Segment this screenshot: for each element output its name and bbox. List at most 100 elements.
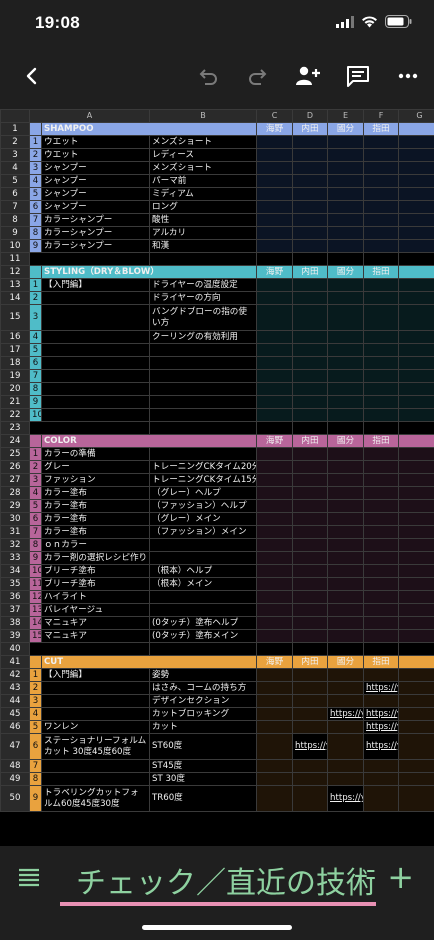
- row-number[interactable]: 16: [0, 330, 30, 344]
- check-cell-g[interactable]: [363, 629, 400, 643]
- item-number[interactable]: 5: [29, 720, 42, 734]
- item-category[interactable]: [40, 369, 151, 383]
- row-number[interactable]: 34: [0, 564, 30, 578]
- item-detail[interactable]: [149, 408, 258, 422]
- blank-cell[interactable]: [398, 213, 434, 227]
- check-cell-f[interactable]: [327, 577, 365, 591]
- redo-button[interactable]: [238, 56, 278, 96]
- check-cell-d[interactable]: [256, 148, 294, 162]
- item-category[interactable]: カラー塗布: [40, 499, 151, 513]
- check-cell-f[interactable]: [327, 525, 365, 539]
- spreadsheet-grid[interactable]: ABCDEFGH1SHAMPOO海野内田國分指田21ウエットメンズショート32ウ…: [0, 109, 434, 846]
- check-cell-e[interactable]: [292, 239, 329, 253]
- row-number[interactable]: 48: [0, 759, 30, 773]
- row-number[interactable]: 4: [0, 161, 30, 175]
- check-cell-f[interactable]: [327, 720, 365, 734]
- blank-cell[interactable]: [398, 304, 434, 331]
- item-number[interactable]: 10: [29, 408, 42, 422]
- row-number[interactable]: 20: [0, 382, 30, 396]
- row-number[interactable]: 32: [0, 538, 30, 552]
- item-category[interactable]: [40, 291, 151, 305]
- blank-cell[interactable]: [398, 174, 434, 188]
- empty-cell[interactable]: [28, 642, 151, 656]
- blank-cell[interactable]: [398, 681, 434, 695]
- item-number[interactable]: 4: [29, 174, 42, 188]
- blank-cell[interactable]: [398, 512, 434, 526]
- empty-cell[interactable]: [149, 421, 258, 435]
- corner-cell[interactable]: [0, 109, 30, 123]
- row-number[interactable]: 36: [0, 590, 30, 604]
- check-cell-f[interactable]: [327, 538, 365, 552]
- video-link[interactable]: https://yo: [363, 720, 400, 734]
- item-category[interactable]: ハイライト: [40, 590, 151, 604]
- item-detail[interactable]: ST 30度: [149, 772, 258, 786]
- item-detail[interactable]: デザインセクション: [149, 694, 258, 708]
- item-number[interactable]: 9: [29, 785, 42, 812]
- item-number[interactable]: 2: [29, 681, 42, 695]
- item-detail[interactable]: メンズショート: [149, 161, 258, 175]
- check-cell-f[interactable]: [327, 369, 365, 383]
- item-detail[interactable]: [149, 603, 258, 617]
- check-cell-e[interactable]: [292, 473, 329, 487]
- check-cell-e[interactable]: [292, 447, 329, 461]
- staff-column-header[interactable]: 指田: [363, 265, 400, 279]
- check-cell-f[interactable]: [327, 616, 365, 630]
- check-cell-d[interactable]: [256, 408, 294, 422]
- item-category[interactable]: [40, 707, 151, 721]
- item-category[interactable]: マニュキア: [40, 616, 151, 630]
- check-cell-g[interactable]: [363, 525, 400, 539]
- check-cell-e[interactable]: [292, 681, 329, 695]
- check-cell-f[interactable]: [327, 213, 365, 227]
- section-title[interactable]: STYLING（DRY＆BLOW）: [40, 265, 258, 279]
- item-category[interactable]: バレイヤージュ: [40, 603, 151, 617]
- item-detail[interactable]: 酸性: [149, 213, 258, 227]
- blank-cell[interactable]: [398, 330, 434, 344]
- item-detail[interactable]: [149, 382, 258, 396]
- check-cell-f[interactable]: [327, 551, 365, 565]
- item-number[interactable]: 8: [29, 772, 42, 786]
- check-cell-e[interactable]: [292, 486, 329, 500]
- check-cell-e[interactable]: [292, 759, 329, 773]
- more-button[interactable]: [388, 56, 428, 96]
- blank-cell[interactable]: [398, 707, 434, 721]
- section-blank-cell[interactable]: [398, 122, 434, 136]
- item-number[interactable]: 5: [29, 187, 42, 201]
- check-cell-g[interactable]: [363, 772, 400, 786]
- item-detail[interactable]: (0タッチ）塗布メイン: [149, 629, 258, 643]
- check-cell-d[interactable]: [256, 395, 294, 409]
- video-link[interactable]: https://yo: [363, 733, 400, 760]
- check-cell-f[interactable]: [327, 564, 365, 578]
- item-number[interactable]: 3: [29, 161, 42, 175]
- item-number[interactable]: 13: [29, 603, 42, 617]
- item-category[interactable]: カラーの準備: [40, 447, 151, 461]
- blank-cell[interactable]: [398, 200, 434, 214]
- section-color-cell[interactable]: [29, 122, 42, 136]
- check-cell-e[interactable]: [292, 278, 329, 292]
- check-cell-d[interactable]: [256, 629, 294, 643]
- blank-cell[interactable]: [398, 226, 434, 240]
- empty-cell[interactable]: [149, 642, 258, 656]
- row-number[interactable]: 30: [0, 512, 30, 526]
- item-detail[interactable]: はさみ、コームの持ち方: [149, 681, 258, 695]
- row-number[interactable]: 43: [0, 681, 30, 695]
- item-detail[interactable]: （グレー）メイン: [149, 512, 258, 526]
- check-cell-e[interactable]: [292, 161, 329, 175]
- check-cell-f[interactable]: [327, 603, 365, 617]
- row-number[interactable]: 9: [0, 226, 30, 240]
- check-cell-g[interactable]: [363, 174, 400, 188]
- item-detail[interactable]: ドライヤーの方向: [149, 291, 258, 305]
- row-number[interactable]: 27: [0, 473, 30, 487]
- staff-column-header[interactable]: 内田: [292, 122, 329, 136]
- blank-cell[interactable]: [398, 343, 434, 357]
- check-cell-g[interactable]: [363, 486, 400, 500]
- item-category[interactable]: ステーショナリーフォルムカット 30度45度60度: [40, 733, 151, 760]
- item-category[interactable]: カラー塗布: [40, 486, 151, 500]
- item-category[interactable]: [40, 772, 151, 786]
- blank-cell[interactable]: [398, 590, 434, 604]
- item-category[interactable]: [40, 694, 151, 708]
- section-title[interactable]: CUT: [40, 655, 258, 669]
- section-title[interactable]: SHAMPOO: [40, 122, 258, 136]
- section-color-cell[interactable]: [29, 655, 42, 669]
- check-cell-d[interactable]: [256, 330, 294, 344]
- check-cell-f[interactable]: [327, 174, 365, 188]
